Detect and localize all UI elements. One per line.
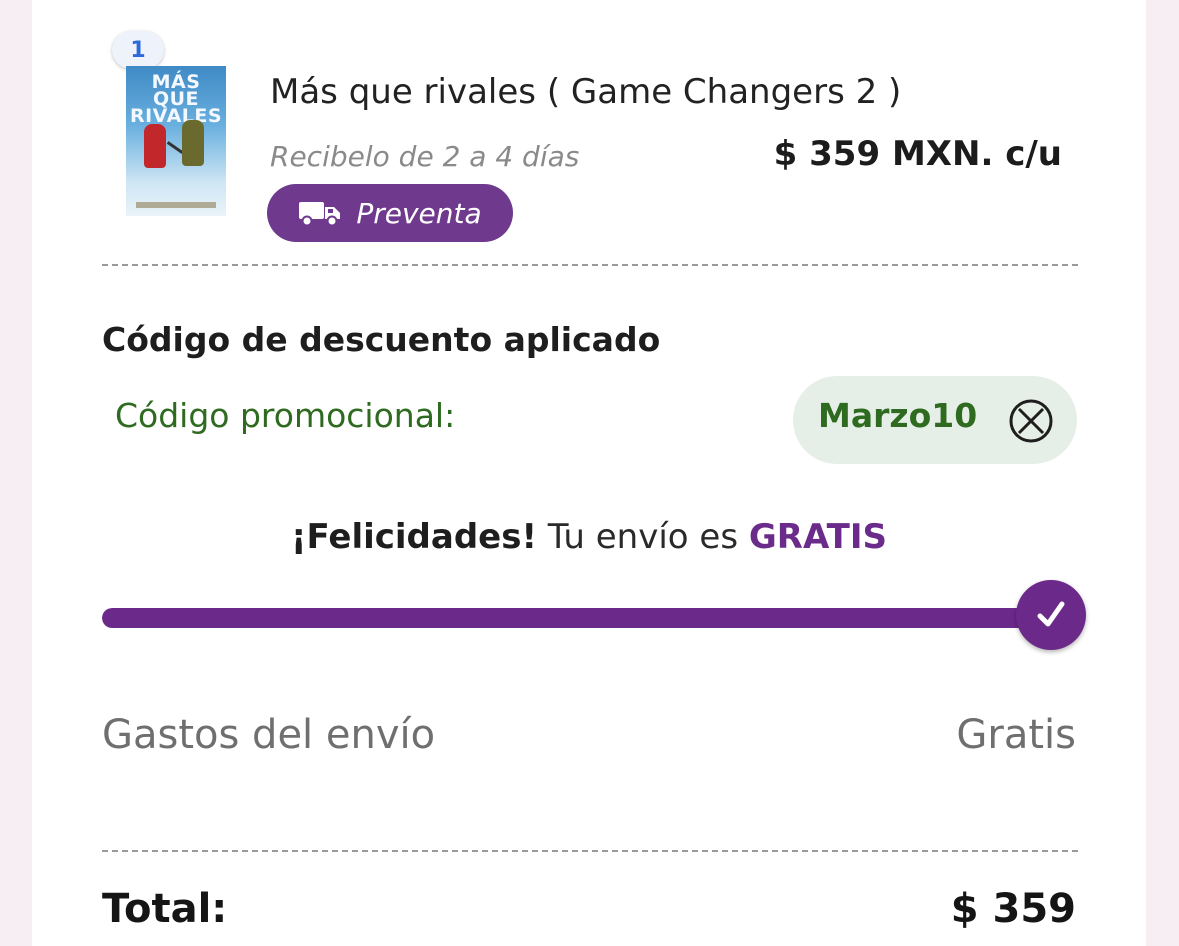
cover-figure-left	[144, 124, 166, 168]
checkmark-icon	[1037, 601, 1065, 627]
progress-fill	[102, 608, 1052, 628]
cover-stick	[166, 141, 184, 154]
book-cover-image[interactable]: MÁS QUE RIVALES	[126, 66, 226, 216]
promo-code-label: Código promocional:	[115, 396, 456, 435]
divider	[102, 850, 1078, 852]
discount-heading: Código de descuento aplicado	[102, 320, 661, 359]
cart-summary-card: 1 MÁS QUE RIVALES Más que rivales ( Game…	[32, 0, 1146, 946]
progress-complete-knob	[1016, 580, 1086, 650]
congrats-lead: ¡Felicidades!	[291, 517, 537, 557]
shipping-cost-label: Gastos del envío	[102, 712, 436, 758]
quantity-badge: 1	[112, 31, 164, 69]
total-label: Total:	[102, 886, 228, 932]
shipping-cost-value: Gratis	[956, 712, 1076, 758]
delivery-estimate: Recibelo de 2 a 4 días	[270, 140, 580, 173]
cover-author-strip	[136, 202, 216, 208]
close-circle-icon[interactable]	[1007, 397, 1055, 445]
free-shipping-progress-bar	[102, 608, 1052, 628]
total-value: $ 359	[950, 886, 1076, 932]
congrats-middle: Tu envío es	[547, 517, 739, 557]
promo-code-value: Marzo10	[818, 396, 978, 435]
preventa-label: Preventa	[356, 196, 482, 230]
preventa-badge: Preventa	[267, 184, 513, 242]
congrats-highlight: GRATIS	[748, 517, 887, 557]
divider	[102, 264, 1078, 266]
truck-icon	[299, 202, 341, 227]
cover-figure-right	[182, 120, 204, 166]
product-title[interactable]: Más que rivales ( Game Changers 2 )	[270, 72, 901, 112]
cover-title: MÁS QUE RIVALES	[129, 71, 223, 127]
unit-price: $ 359 MXN. c/u	[773, 134, 1062, 174]
free-shipping-message: ¡Felicidades! Tu envío es GRATIS	[32, 517, 1146, 557]
